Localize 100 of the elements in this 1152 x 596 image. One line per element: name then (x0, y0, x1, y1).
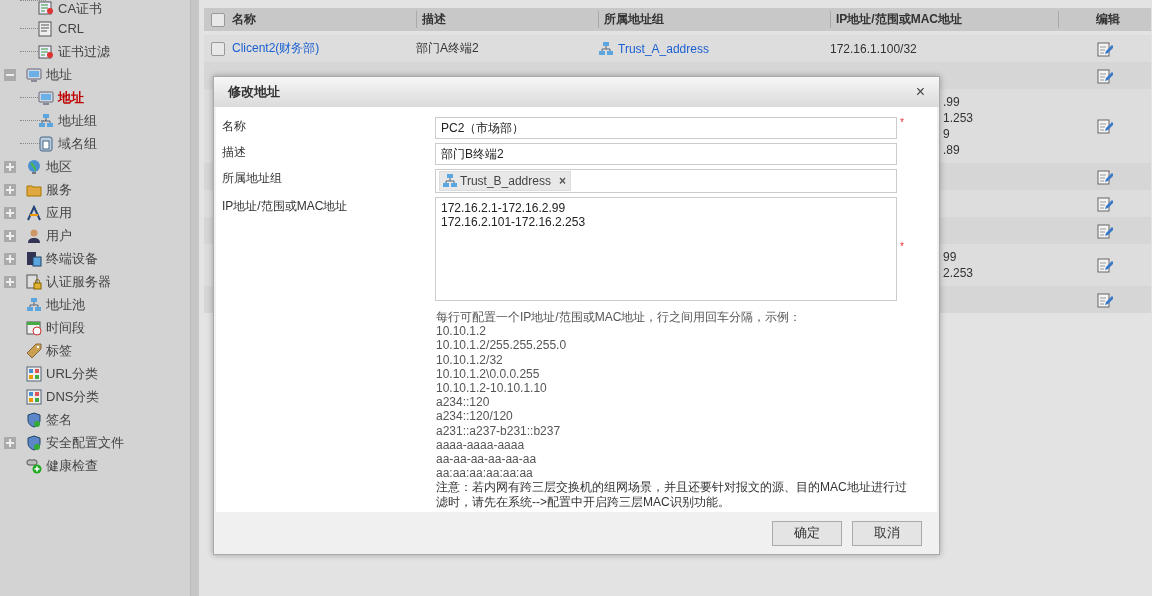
scrollbar[interactable] (190, 0, 199, 596)
example-text: 10.10.1.2-10.10.1.10 (436, 381, 548, 396)
compass-icon (26, 204, 42, 221)
example-text: aa-aa-aa-aa-aa-aa (436, 452, 538, 467)
field-label: IP地址/范围或MAC地址 (222, 198, 349, 215)
tag-icon (26, 342, 42, 359)
expand-toggle[interactable] (4, 160, 16, 173)
tree-item[interactable]: 时间段 (46, 318, 85, 337)
field-label: 所属地址组 (222, 170, 283, 187)
example-text: aaaa-aaaa-aaaa (436, 437, 526, 453)
edit-icon[interactable] (1096, 67, 1113, 84)
expand-toggle[interactable] (4, 183, 16, 196)
edit-icon[interactable] (1096, 118, 1113, 134)
tree-item[interactable]: 服务 (46, 180, 72, 199)
ok-button[interactable]: 确定 (772, 520, 842, 546)
tree-item[interactable]: 签名 (46, 410, 72, 429)
edit-icon[interactable] (1096, 40, 1113, 57)
table-cell-text: 99 (943, 249, 958, 265)
close-button[interactable]: × (911, 83, 929, 101)
collapse-toggle[interactable] (4, 68, 16, 81)
required-mark: * (900, 117, 904, 128)
select-all-checkbox[interactable] (211, 12, 225, 27)
grid-icon (26, 365, 42, 382)
example-text: aa:aa:aa:aa:aa:aa (436, 466, 534, 481)
field-label: 描述 (222, 144, 247, 161)
certificate-icon (38, 0, 54, 16)
tree-item[interactable]: 安全配置文件 (46, 433, 124, 452)
column-header[interactable]: 编辑 (1058, 11, 1151, 28)
tree-item[interactable]: 地址 (58, 88, 84, 107)
table-cell: 部门A终端2 (416, 41, 479, 55)
expand-toggle[interactable] (4, 229, 16, 242)
tree-item[interactable]: 终端设备 (46, 249, 98, 268)
edit-icon[interactable] (1096, 257, 1113, 273)
address-textarea[interactable]: 172.16.2.1-172.16.2.99 172.16.2.101-172.16.2.253 (435, 197, 897, 301)
table-cell-text: 2.253 (943, 265, 975, 281)
tree-item[interactable]: 用户 (46, 226, 72, 245)
note-text: 注意：若内网有跨三层交换机的组网场景，并且还要针对报文的源、目的MAC地址进行过滤时，请先在系统-->配置中开启跨三层MAC识别功能。 (436, 480, 907, 509)
column-header[interactable]: 所属地址组 (598, 11, 830, 28)
tree-item[interactable]: 地区 (46, 157, 72, 176)
example-text: a234::120 (436, 395, 491, 410)
network-icon (442, 173, 458, 189)
text-field[interactable]: PC2（市场部） (435, 117, 897, 139)
shield-icon (26, 411, 42, 428)
column-header[interactable]: 名称 (232, 11, 416, 28)
tag-field[interactable]: Trust_B_address × (435, 169, 897, 193)
edit-icon[interactable] (1096, 168, 1113, 185)
network-icon (38, 112, 54, 129)
user-icon (26, 227, 42, 244)
globe-icon (26, 158, 42, 175)
expand-toggle[interactable] (4, 206, 16, 219)
grid-icon (26, 388, 42, 405)
health-check-icon (26, 457, 42, 474)
table-cell-text: 1.253 (943, 110, 975, 126)
expand-toggle[interactable] (4, 275, 16, 288)
example-text: a231::a237-b231::b237 (436, 423, 562, 438)
column-header[interactable]: 描述 (416, 11, 598, 28)
example-text: 10.10.1.2 (436, 324, 488, 339)
expand-toggle[interactable] (4, 252, 16, 265)
cancel-button[interactable]: 取消 (852, 520, 922, 546)
table-cell-text: .89 (943, 142, 961, 158)
tree-item[interactable]: DNS分类 (46, 387, 100, 406)
tree-item[interactable]: 标签 (46, 341, 72, 360)
tree-item[interactable]: 地址组 (58, 111, 97, 130)
remove-tag-button[interactable]: × (558, 174, 566, 188)
edit-icon[interactable] (1096, 291, 1113, 308)
tree-item[interactable]: 地址 (46, 65, 72, 84)
tree-item[interactable]: 域名组 (58, 134, 97, 153)
building-icon (38, 135, 54, 152)
server-lock-icon (26, 273, 42, 290)
tree-item[interactable]: CA证书 (58, 0, 103, 18)
tree-item[interactable]: URL分类 (46, 364, 98, 383)
table-cell-text: 172.16.1.100/32 (830, 40, 918, 57)
tree-item[interactable]: 健康检查 (46, 456, 98, 475)
tree-item[interactable]: 地址池 (46, 295, 85, 314)
text-field[interactable]: 部门B终端2 (435, 143, 897, 165)
edit-icon[interactable] (1096, 222, 1113, 239)
monitor-icon (26, 66, 42, 83)
certificate-icon (38, 43, 54, 60)
address-group-link[interactable]: Trust_A_address (618, 41, 709, 56)
table-cell-text: 9 (943, 126, 951, 142)
example-text: 10.10.1.2\0.0.0.255 (436, 366, 541, 381)
monitor-icon (38, 89, 54, 106)
devices-icon (26, 250, 42, 267)
document-icon (38, 20, 54, 37)
example-text: a234::120/120 (436, 409, 514, 424)
row-checkbox[interactable] (211, 41, 225, 56)
network-icon (26, 296, 42, 313)
dialog-title: 修改地址 (228, 83, 280, 101)
column-header[interactable]: IP地址/范围或MAC地址 (830, 11, 1058, 28)
tree-item[interactable]: CRL (58, 21, 84, 36)
example-text: 10.10.1.2/255.255.255.0 (436, 338, 568, 353)
edit-icon[interactable] (1096, 195, 1113, 212)
network-icon (598, 40, 614, 57)
shield-icon (26, 434, 42, 451)
address-name-link[interactable]: Clicent2(财务部) (232, 41, 320, 55)
tree-item[interactable]: 认证服务器 (46, 272, 111, 291)
tree-item[interactable]: 证书过滤 (58, 42, 110, 61)
table-cell-text: .99 (943, 94, 961, 110)
expand-toggle[interactable] (4, 436, 16, 449)
tree-item[interactable]: 应用 (46, 203, 72, 222)
